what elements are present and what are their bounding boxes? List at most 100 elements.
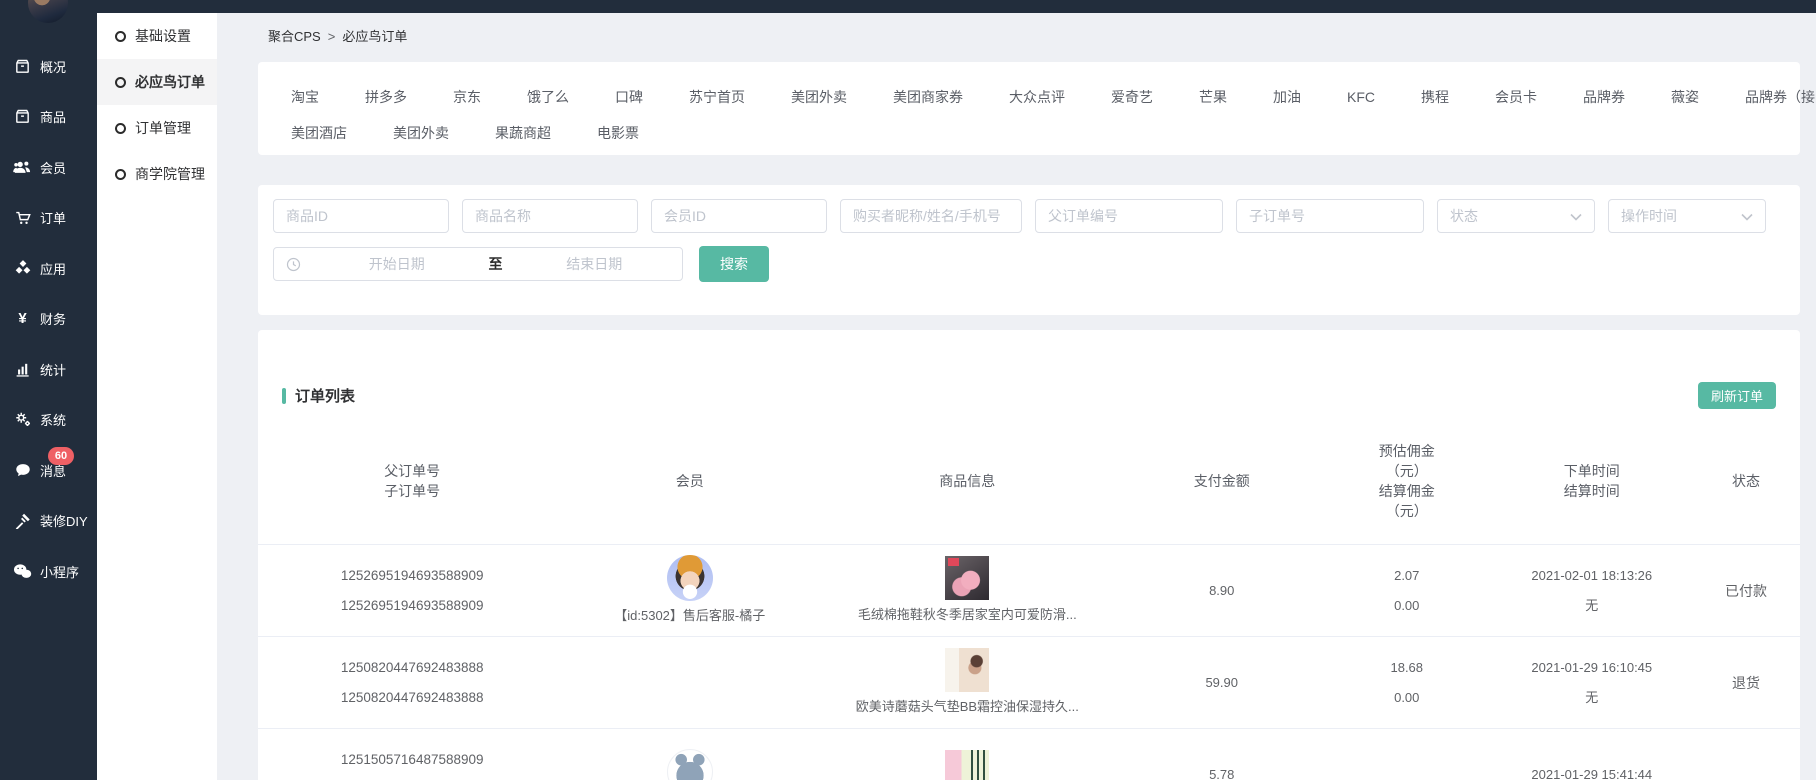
tab-meituan-hotel[interactable]: 美团酒店: [291, 123, 347, 143]
platform-tab-row-2: 美团酒店 美团外卖 果蔬商超 电影票: [291, 115, 1800, 151]
commission-settled: 0.00: [1394, 591, 1419, 621]
table-header-row: 父订单号 子订单号 会员 商品信息 支付金额 预估佣金 （元） 结算佣金 （元）…: [258, 417, 1800, 545]
submenu-item-order-management[interactable]: 订单管理: [97, 105, 217, 151]
overview-icon: [13, 58, 32, 75]
tab-pinduoduo[interactable]: 拼多多: [365, 87, 407, 107]
tab-refuel[interactable]: 加油: [1273, 87, 1301, 107]
submenu-item-biyingniao-orders[interactable]: 必应鸟订单: [97, 59, 217, 105]
column-time: 下单时间 结算时间: [1492, 461, 1692, 501]
refresh-orders-button[interactable]: 刷新订单: [1698, 382, 1776, 409]
chat-bubble-icon: [13, 462, 32, 479]
buyer-info-input[interactable]: [840, 199, 1022, 233]
order-list-title-wrap: 订单列表: [282, 385, 355, 406]
member-avatar: [667, 555, 713, 601]
order-list-panel: 订单列表 刷新订单 父订单号 子订单号 会员 商品信息 支付金额 预估佣金 （元…: [258, 330, 1800, 780]
sidebar-item-miniprogram[interactable]: 小程序: [0, 546, 97, 597]
date-range-picker[interactable]: 开始日期 至 结束日期: [273, 247, 683, 281]
settle-time: 无: [1585, 683, 1598, 713]
sidebar-item-apps[interactable]: 应用: [0, 243, 97, 294]
sidebar-item-overview[interactable]: 概况: [0, 41, 97, 92]
table-row[interactable]: 1250820447692483888 1250820447692483888 …: [258, 637, 1800, 729]
tab-meituan-waimai-2[interactable]: 美团外卖: [393, 123, 449, 143]
tab-meituan-waimai[interactable]: 美团外卖: [791, 87, 847, 107]
member-id-input[interactable]: [651, 199, 827, 233]
column-order-no: 父订单号 子订单号: [258, 461, 566, 501]
sidebar-item-system[interactable]: 系统: [0, 395, 97, 446]
sidebar-item-members[interactable]: 会员: [0, 142, 97, 193]
child-order-no-input[interactable]: [1236, 199, 1424, 233]
cell-status: 退货: [1692, 673, 1800, 693]
sidebar-item-finance[interactable]: ¥ 财务: [0, 294, 97, 345]
product-image: [945, 648, 989, 692]
order-time: 2021-01-29 15:41:44: [1531, 760, 1652, 780]
wechat-icon: [13, 563, 32, 580]
sidebar-item-stats[interactable]: 统计: [0, 344, 97, 395]
tab-grocery[interactable]: 果蔬商超: [495, 123, 551, 143]
submenu-item-label: 商学院管理: [135, 164, 205, 184]
product-name-input[interactable]: [462, 199, 638, 233]
tab-weizi[interactable]: 薇姿: [1671, 87, 1699, 107]
tab-iqiyi[interactable]: 爱奇艺: [1111, 87, 1153, 107]
child-order-no: 1251505716487588909: [341, 775, 484, 780]
tab-brand-coupon[interactable]: 品牌券: [1583, 87, 1625, 107]
tab-kfc[interactable]: KFC: [1347, 89, 1375, 105]
cell-commission: 2.07 0.00: [1322, 561, 1492, 621]
tab-ctrip[interactable]: 携程: [1421, 87, 1449, 107]
settle-time: 无: [1585, 591, 1598, 621]
gavel-icon: [13, 512, 32, 529]
table-row[interactable]: 1251505716487588909 1251505716487588909 …: [258, 729, 1800, 780]
submenu-item-academy-management[interactable]: 商学院管理: [97, 151, 217, 197]
filter-row-1: 状态 操作时间: [273, 199, 1785, 233]
order-time: 2021-01-29 16:10:45: [1531, 653, 1652, 683]
tab-mango[interactable]: 芒果: [1199, 87, 1227, 107]
tab-jd[interactable]: 京东: [453, 87, 481, 107]
submenu-item-label: 基础设置: [135, 26, 191, 46]
cell-order-no: 1252695194693588909 1252695194693588909: [258, 561, 566, 621]
tab-suning[interactable]: 苏宁首页: [689, 87, 745, 107]
tab-koubei[interactable]: 口碑: [615, 87, 643, 107]
cell-product: 欧美诗蘑菇头气垫BB霜控油保湿持久...: [813, 648, 1121, 717]
sidebar-item-goods[interactable]: 商品: [0, 92, 97, 143]
table-row[interactable]: 1252695194693588909 1252695194693588909 …: [258, 545, 1800, 637]
chevron-down-icon: [1741, 208, 1753, 224]
status-select[interactable]: 状态: [1437, 199, 1595, 233]
cell-amount: 59.90: [1122, 673, 1322, 693]
product-id-input[interactable]: [273, 199, 449, 233]
product-image: [945, 556, 989, 600]
sidebar-item-label: 系统: [40, 410, 66, 429]
end-date-placeholder[interactable]: 结束日期: [507, 254, 683, 274]
tab-taobao[interactable]: 淘宝: [291, 87, 319, 107]
sidebar-item-label: 应用: [40, 259, 66, 278]
top-bar: [0, 0, 1816, 13]
breadcrumb-root[interactable]: 聚合CPS: [268, 29, 321, 44]
start-date-placeholder[interactable]: 开始日期: [309, 254, 485, 274]
tab-dianping[interactable]: 大众点评: [1009, 87, 1065, 107]
secondary-sidebar: 基础设置 必应鸟订单 订单管理 商学院管理: [97, 13, 217, 780]
cart-icon: [13, 209, 32, 226]
sidebar-item-label: 订单: [40, 208, 66, 227]
tab-brand-coupon-api[interactable]: 品牌券（接口）: [1745, 87, 1816, 107]
sidebar-item-label: 商品: [40, 107, 66, 126]
breadcrumb: 聚合CPS>必应鸟订单: [268, 26, 407, 45]
cell-status: 已付款: [1692, 581, 1800, 601]
tab-movie-ticket[interactable]: 电影票: [597, 123, 639, 143]
parent-order-no: 1250820447692483888: [341, 653, 484, 683]
column-member: 会员: [566, 471, 813, 491]
tab-meituan-coupon[interactable]: 美团商家券: [893, 87, 963, 107]
sidebar-item-messages[interactable]: 消息 60: [0, 445, 97, 496]
sidebar-item-orders[interactable]: 订单: [0, 193, 97, 244]
date-range-to-label: 至: [485, 254, 507, 274]
user-avatar[interactable]: [28, 0, 68, 23]
tab-eleme[interactable]: 饿了么: [527, 87, 569, 107]
operation-time-select[interactable]: 操作时间: [1608, 199, 1766, 233]
submenu-item-basic-settings[interactable]: 基础设置: [97, 13, 217, 59]
column-line: （元）: [1386, 461, 1428, 481]
tab-member-card[interactable]: 会员卡: [1495, 87, 1537, 107]
main-sidebar: 概况 商品 会员 订单 应用 ¥: [0, 0, 97, 780]
pay-amount: 59.90: [1205, 673, 1238, 693]
search-button[interactable]: 搜索: [699, 246, 769, 282]
submenu-item-label: 订单管理: [135, 118, 191, 138]
parent-order-no-input[interactable]: [1035, 199, 1223, 233]
sidebar-item-diy[interactable]: 装修DIY: [0, 496, 97, 547]
breadcrumb-current: 必应鸟订单: [342, 29, 407, 44]
